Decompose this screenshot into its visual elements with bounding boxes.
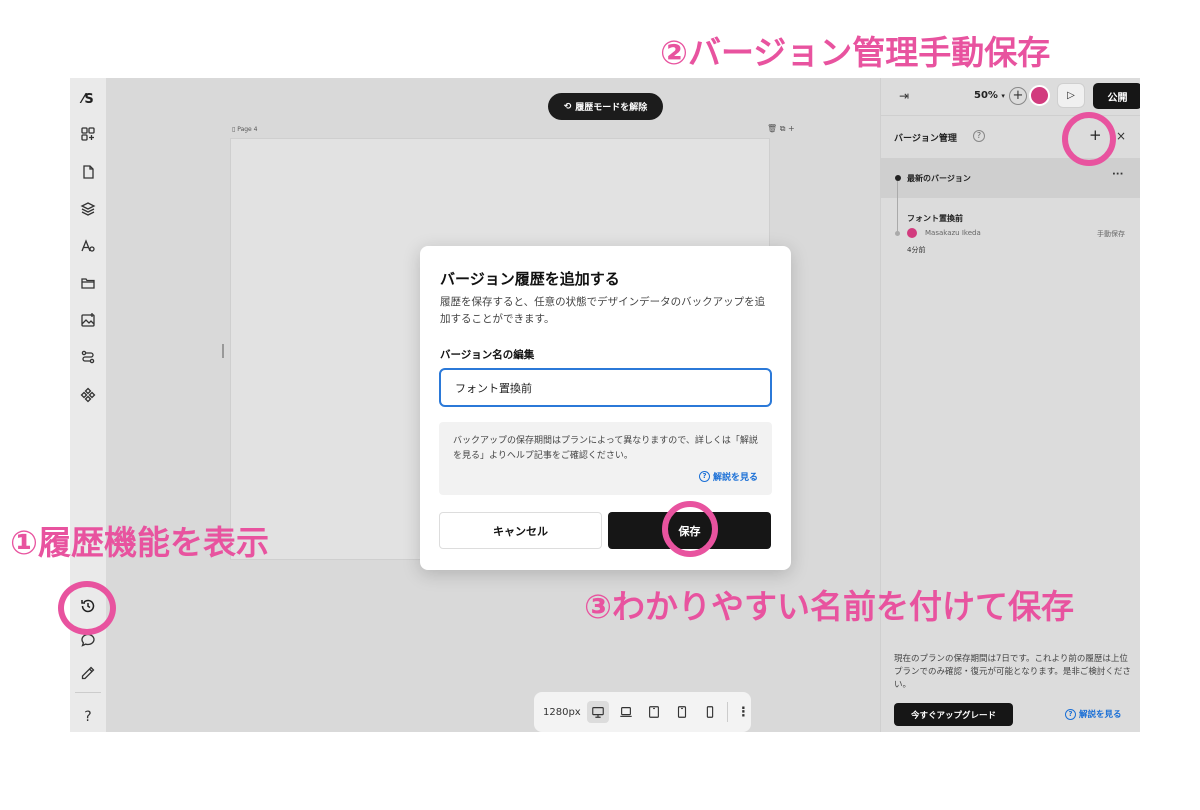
cancel-button[interactable]: キャンセル (439, 512, 602, 549)
close-icon[interactable]: × (1116, 129, 1126, 143)
typography-icon[interactable] (77, 235, 99, 257)
version-type: 手動保存 (1097, 230, 1125, 238)
panel-title: バージョン管理 (894, 134, 957, 144)
zoom-value: 50% (974, 90, 998, 101)
device-toolbar: 1280px ⋮ (534, 692, 751, 732)
help-icon[interactable]: ? (77, 706, 99, 728)
question-icon[interactable]: ? (973, 130, 985, 142)
preview-button[interactable]: ▷ (1057, 83, 1085, 108)
question-icon: ? (1065, 708, 1076, 720)
tablet-small-device-button[interactable] (671, 701, 693, 723)
pen-icon[interactable] (77, 662, 99, 684)
desktop-device-button[interactable] (586, 701, 609, 723)
artboard-label: ▯ Page 4 (232, 126, 257, 133)
timeline-dot (895, 231, 900, 236)
zoom-level[interactable]: 50% ▾ (974, 90, 1005, 101)
flow-icon[interactable] (77, 346, 99, 368)
page: ②バージョン管理手動保存 ⁄S ? ⟲ 履歴モードを解除 ▯ Page 4 🗑 … (0, 0, 1200, 810)
save-button[interactable]: 保存 (608, 512, 771, 549)
version-name-input[interactable] (439, 368, 772, 407)
folder-icon[interactable] (77, 272, 99, 294)
exit-history-mode-label: 履歴モードを解除 (575, 103, 648, 113)
laptop-icon (620, 707, 632, 717)
tablet-device-button[interactable] (643, 701, 665, 723)
panel-toolbar: ⇥ 50% ▾ + ▷ 公開 (881, 78, 1140, 116)
timeline-dot (895, 175, 901, 181)
retention-note: バックアップの保存期間はプランによって異なりますので、詳しくは「解説を見る」より… (439, 422, 772, 495)
annotation-step3: ③わかりやすい名前を付けて保存 (584, 587, 1074, 626)
invite-button[interactable]: + (1009, 87, 1027, 105)
laptop-device-button[interactable] (615, 701, 637, 723)
latest-version-label: 最新のバージョン (907, 174, 971, 183)
retention-notice: 現在のプランの保存期間は7日です。これより前の履歴は上位プランでのみ確認・復元が… (894, 654, 1131, 690)
version-name-label: バージョン名の編集 (440, 349, 535, 361)
artboard-tools[interactable]: 🗑 ⧉ + (767, 124, 795, 134)
annotation-step2: ②バージョン管理手動保存 (660, 33, 1051, 72)
play-icon: ▷ (1067, 90, 1075, 101)
comment-icon[interactable] (77, 629, 99, 651)
image-icon[interactable] (77, 309, 99, 331)
help-link[interactable]: ? 解説を見る (698, 470, 758, 483)
collapse-panel-icon[interactable]: ⇥ (899, 89, 909, 103)
mobile-device-button[interactable] (699, 701, 721, 723)
avatar (907, 228, 917, 238)
more-options-icon[interactable]: ⋮ (734, 705, 750, 720)
timeline-line (897, 181, 898, 233)
toolbar-divider (726, 702, 728, 722)
history-icon[interactable] (77, 595, 99, 617)
dialog-description: 履歴を保存すると、任意の状態でデザインデータのバックアップを追加することができま… (440, 296, 766, 325)
resize-handle[interactable] (222, 344, 224, 358)
desktop-icon (591, 707, 604, 718)
version-more-icon[interactable]: ··· (1112, 169, 1123, 180)
exit-history-mode-button[interactable]: ⟲ 履歴モードを解除 (548, 93, 663, 120)
question-icon: ? (698, 471, 710, 482)
sidebar-divider (75, 692, 101, 693)
tablet-icon (648, 706, 659, 718)
page-icon[interactable] (77, 161, 99, 183)
version-panel: ⇥ 50% ▾ + ▷ 公開 バージョン管理 ? + × 最新のバージョン ··… (880, 78, 1140, 732)
help-link-label: 解説を見る (712, 473, 758, 483)
artboard-name: Page 4 (237, 126, 258, 133)
upgrade-button[interactable]: 今すぐアップグレード (894, 703, 1013, 726)
chevron-down-icon: ▾ (1001, 92, 1005, 100)
retention-note-text: バックアップの保存期間はプランによって異なりますので、詳しくは「解説を見る」より… (453, 436, 758, 461)
publish-button[interactable]: 公開 (1093, 83, 1140, 109)
annotation-step1: ①履歴機能を表示 (10, 523, 269, 562)
add-version-dialog: バージョン履歴を追加する 履歴を保存すると、任意の状態でデザインデータのバックア… (420, 246, 791, 570)
layers-icon[interactable] (77, 198, 99, 220)
avatar[interactable] (1029, 85, 1050, 106)
width-label: 1280px (543, 706, 581, 718)
version-user: Masakazu Ikeda (925, 229, 981, 237)
dialog-title: バージョン履歴を追加する (440, 270, 620, 288)
help-link-label: 解説を見る (1079, 710, 1122, 720)
version-name[interactable]: フォント置換前 (907, 213, 963, 224)
left-sidebar: ⁄S ? (70, 78, 107, 732)
version-time: 4分前 (907, 246, 926, 254)
add-version-button[interactable]: + (1089, 126, 1102, 144)
components-icon[interactable] (77, 123, 99, 145)
tablet-small-icon (677, 706, 686, 718)
help-link[interactable]: ? 解説を見る (1065, 708, 1122, 720)
mobile-icon (706, 706, 713, 718)
undo-icon: ⟲ (563, 101, 572, 112)
app-logo: ⁄S (82, 91, 94, 107)
plugins-icon[interactable] (77, 384, 99, 406)
